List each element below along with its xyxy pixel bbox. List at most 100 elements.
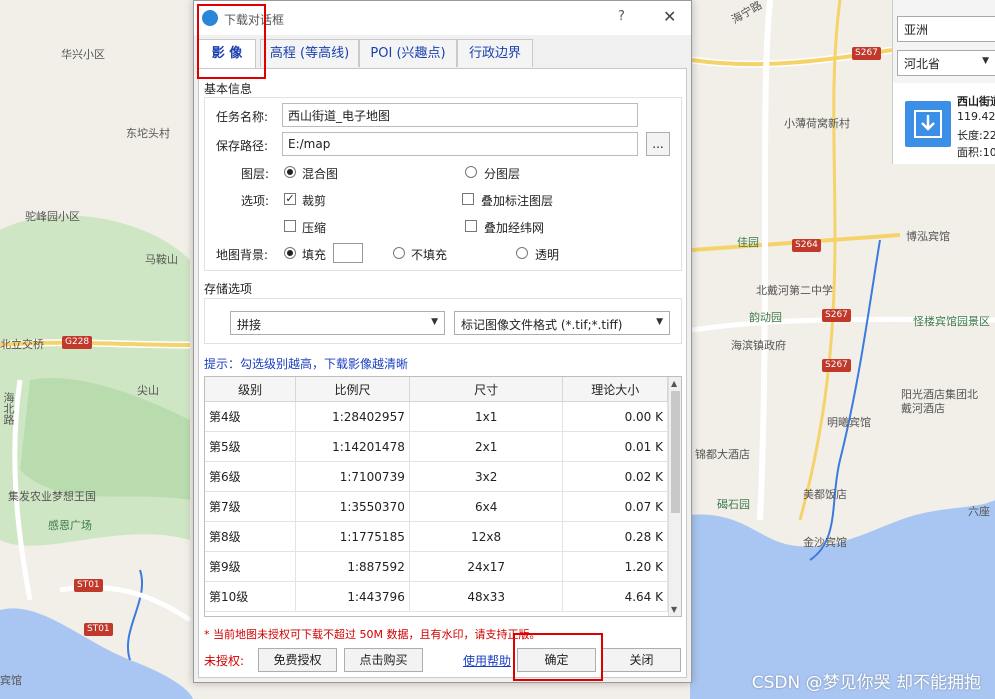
dialog-title: 下载对话框 (224, 13, 285, 27)
map-label: 金沙宾馆 (803, 536, 847, 549)
format-select[interactable]: 标记图像文件格式 (*.tif;*.tiff) ▼ (454, 311, 670, 335)
region-info-card[interactable]: 西山街道 119.42 长度:22 面积:10 (893, 83, 995, 164)
region-area: 面积:10 (957, 146, 995, 159)
cell-theory-size: 0.02 K (562, 461, 668, 492)
col-theory-size-header[interactable]: 理论大小 (562, 377, 668, 402)
browse-button[interactable]: ... (646, 132, 670, 156)
map-label: 尖山 (137, 384, 159, 397)
table-row[interactable]: 第4级 1:28402957 1x1 0.00 K (205, 401, 668, 432)
map-label: 驼峰园小区 (25, 210, 80, 223)
crop-checkbox[interactable]: ✓ (284, 193, 296, 205)
map-bg-label: 地图背景: (216, 248, 269, 262)
road-shield: G228 (62, 336, 93, 349)
road-shield: S267 (852, 47, 881, 60)
cell-level: 第10级 (205, 581, 297, 612)
cell-level: 第4级 (205, 401, 297, 432)
continent-value: 亚洲 (904, 23, 929, 37)
cell-theory-size: 0.07 K (562, 491, 668, 522)
col-size-header[interactable]: 尺寸 (409, 377, 564, 402)
map-label: 六座 (968, 505, 990, 518)
cell-theory-size: 1.20 K (562, 551, 668, 582)
layer-label: 图层: (241, 167, 270, 181)
table-row[interactable]: 第10级 1:443796 48x33 4.64 K (205, 581, 668, 612)
task-name-input[interactable] (282, 103, 638, 127)
table-row[interactable]: 第9级 1:887592 24x17 1.20 K (205, 551, 668, 582)
bg-fill-radio[interactable] (284, 247, 296, 259)
region-length: 长度:22 (957, 129, 995, 142)
tab-poi[interactable]: POI (兴趣点) (359, 39, 457, 67)
cell-theory-size: 0.01 K (562, 431, 668, 462)
chevron-down-icon: ▼ (656, 317, 663, 327)
map-label: 碣石园 (717, 498, 750, 511)
table-row[interactable]: 第8级 1:1775185 12x8 0.28 K (205, 521, 668, 552)
layer-separate-radio[interactable] (465, 166, 477, 178)
map-label: 感恩广场 (48, 519, 92, 532)
table-row[interactable]: 第6级 1:7100739 3x2 0.02 K (205, 461, 668, 492)
bg-color-swatch[interactable] (333, 243, 363, 263)
close-icon[interactable]: ✕ (663, 7, 676, 26)
dialog-titlebar[interactable]: 下载对话框 ? ✕ (194, 1, 691, 35)
scroll-up-icon[interactable]: ▲ (671, 379, 677, 388)
free-license-button[interactable]: 免费授权 (258, 648, 337, 672)
region-name: 西山街道 (957, 95, 995, 108)
col-level-header[interactable]: 级别 (205, 377, 297, 402)
cell-theory-size: 4.64 K (562, 581, 668, 612)
compress-checkbox[interactable] (284, 220, 296, 232)
unlicensed-label: 未授权: (204, 654, 245, 668)
help-link[interactable]: 使用帮助 (463, 652, 511, 669)
map-label: 海北路 (2, 392, 15, 425)
road-shield: S267 (822, 359, 851, 372)
download-region-icon (905, 101, 951, 147)
options-label: 选项: (241, 194, 270, 208)
province-select[interactable]: 河北省 ▼ (897, 50, 995, 76)
close-button[interactable]: 关闭 (602, 648, 681, 672)
map-label: 宾馆 (0, 674, 22, 687)
cell-size: 2x1 (409, 431, 564, 462)
cell-scale: 1:7100739 (295, 461, 410, 492)
road-shield: S267 (822, 309, 851, 322)
ok-button[interactable]: 确定 (517, 648, 596, 672)
overlay-label-checkbox[interactable] (462, 193, 474, 205)
scrollbar-thumb[interactable] (671, 391, 680, 513)
road-shield: ST01 (74, 579, 103, 592)
hint-text: 提示：勾选级别越高，下载影像越清晰 (204, 357, 409, 371)
map-label: 韵动园 (749, 311, 782, 324)
tab-elevation[interactable]: 高程 (等高线) (260, 39, 359, 67)
map-label: 博泓宾馆 (906, 230, 950, 243)
level-table: 级别 比例尺 尺寸 理论大小 第4级 1:28402957 1x1 0.00 K… (204, 376, 682, 617)
mode-select[interactable]: 拼接 ▼ (230, 311, 445, 335)
license-warning: * 当前地图未授权可下载不超过 50M 数据，且有水印，请支持正版。 (204, 628, 541, 641)
cell-scale: 1:14201478 (295, 431, 410, 462)
grid-checkbox[interactable] (465, 220, 477, 232)
tab-imagery[interactable]: 影 像 (198, 39, 256, 69)
save-path-input[interactable] (282, 132, 638, 156)
buy-button[interactable]: 点击购买 (344, 648, 423, 672)
cell-level: 第5级 (205, 431, 297, 462)
cell-level: 第9级 (205, 551, 297, 582)
map-label: 阳光酒店集团北戴河酒店 (901, 388, 978, 415)
col-scale-header[interactable]: 比例尺 (295, 377, 410, 402)
bg-transparent-radio[interactable] (516, 247, 528, 259)
layer-mixed-radio[interactable] (284, 166, 296, 178)
bg-nofill-radio[interactable] (393, 247, 405, 259)
map-label: 海滨镇政府 (731, 339, 786, 352)
cell-size: 1x1 (409, 401, 564, 432)
cell-scale: 1:28402957 (295, 401, 410, 432)
scroll-down-icon[interactable]: ▼ (671, 605, 677, 614)
table-scrollbar[interactable]: ▲ ▼ (668, 377, 681, 616)
help-icon[interactable]: ? (618, 9, 625, 24)
map-label: 马鞍山 (145, 253, 178, 266)
cell-size: 12x8 (409, 521, 564, 552)
table-row[interactable]: 第7级 1:3550370 6x4 0.07 K (205, 491, 668, 522)
watermark: CSDN @梦见你哭 却不能拥抱 (751, 673, 981, 693)
table-row[interactable]: 第5级 1:14201478 2x1 0.01 K (205, 431, 668, 462)
map-label: 集发农业梦想王国 (8, 490, 96, 503)
province-value: 河北省 (904, 57, 941, 71)
cell-theory-size: 0.28 K (562, 521, 668, 552)
tab-admin-boundary[interactable]: 行政边界 (457, 39, 533, 67)
app-logo-icon (202, 10, 218, 26)
bg-transparent-label: 透明 (535, 248, 560, 262)
map-label: 明曦宾馆 (827, 416, 871, 429)
continent-select[interactable]: 亚洲 (897, 16, 995, 42)
cell-scale: 1:443796 (295, 581, 410, 612)
